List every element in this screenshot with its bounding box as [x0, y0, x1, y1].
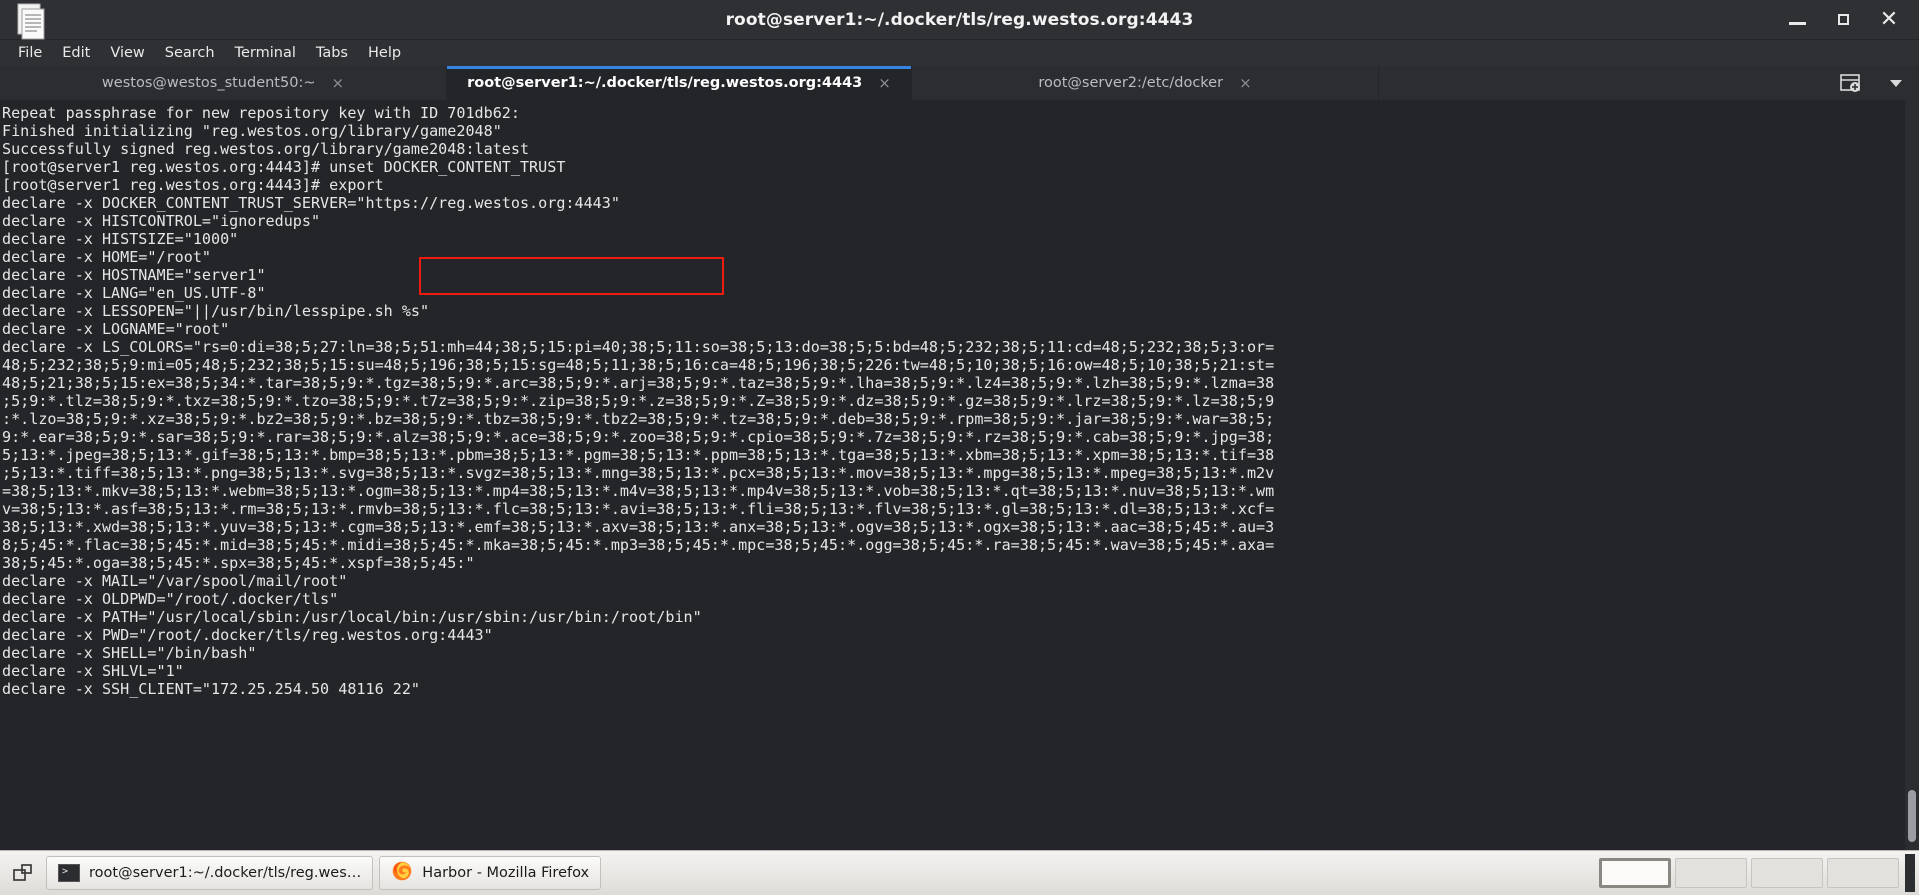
firefox-icon — [391, 860, 413, 886]
minimize-button[interactable] — [1777, 5, 1817, 35]
workspace-switcher — [1599, 858, 1899, 888]
menu-view[interactable]: View — [100, 43, 154, 63]
tab-close-icon[interactable]: × — [878, 75, 891, 91]
terminal-icon — [58, 864, 80, 882]
taskbar-item-firefox[interactable]: Harbor - Mozilla Firefox — [379, 856, 602, 890]
chevron-down-icon[interactable] — [1873, 66, 1919, 100]
window-controls: ✕ — [1777, 5, 1909, 35]
taskbar: root@server1:~/.docker/tls/reg.wes… Harb… — [0, 850, 1919, 895]
tab-root-server1[interactable]: root@server1:~/.docker/tls/reg.westos.or… — [447, 66, 912, 100]
tab-bar: westos@westos_student50:~ × root@server1… — [0, 66, 1919, 100]
terminal-output[interactable]: Repeat passphrase for new repository key… — [0, 100, 1905, 850]
tab-label: root@server1:~/.docker/tls/reg.westos.or… — [467, 75, 863, 91]
scrollbar-thumb[interactable] — [1908, 790, 1916, 842]
tab-close-icon[interactable]: × — [1239, 75, 1252, 91]
taskbar-item-label: root@server1:~/.docker/tls/reg.wes… — [89, 865, 362, 881]
terminal-text: Repeat passphrase for new repository key… — [2, 104, 1275, 698]
menu-file[interactable]: File — [8, 43, 52, 63]
window-title: root@server1:~/.docker/tls/reg.westos.or… — [725, 9, 1194, 30]
tab-label: westos@westos_student50:~ — [101, 75, 316, 91]
workspace-2[interactable] — [1675, 858, 1747, 888]
workspace-1[interactable] — [1599, 858, 1671, 888]
menu-help[interactable]: Help — [358, 43, 411, 63]
taskbar-item-label: Harbor - Mozilla Firefox — [422, 865, 590, 881]
terminal-area: Repeat passphrase for new repository key… — [0, 100, 1919, 850]
menu-tabs[interactable]: Tabs — [306, 43, 358, 63]
title-bar: root@server1:~/.docker/tls/reg.westos.or… — [0, 0, 1919, 40]
workspace-4[interactable] — [1827, 858, 1899, 888]
menu-terminal[interactable]: Terminal — [225, 43, 306, 63]
workspace-3[interactable] — [1751, 858, 1823, 888]
menu-bar: File Edit View Search Terminal Tabs Help — [0, 40, 1919, 66]
tab-close-icon[interactable]: × — [331, 75, 344, 91]
close-button[interactable]: ✕ — [1869, 5, 1909, 35]
show-desktop-icon[interactable] — [4, 855, 42, 891]
system-tray-edge — [1905, 854, 1915, 892]
terminal-window: root@server1:~/.docker/tls/reg.westos.or… — [0, 0, 1919, 895]
menu-edit[interactable]: Edit — [52, 43, 100, 63]
new-tab-icon[interactable] — [1827, 66, 1873, 100]
maximize-button[interactable] — [1823, 5, 1863, 35]
menu-search[interactable]: Search — [155, 43, 225, 63]
terminal-scrollbar[interactable] — [1905, 100, 1919, 850]
taskbar-item-terminal[interactable]: root@server1:~/.docker/tls/reg.wes… — [46, 856, 374, 890]
tab-westos-student50[interactable]: westos@westos_student50:~ × — [0, 66, 447, 100]
tab-label: root@server2:/etc/docker — [1038, 75, 1224, 91]
terminal-document-icon — [14, 2, 48, 44]
tab-bar-filler — [1379, 66, 1827, 100]
tab-root-server2[interactable]: root@server2:/etc/docker × — [912, 66, 1379, 100]
